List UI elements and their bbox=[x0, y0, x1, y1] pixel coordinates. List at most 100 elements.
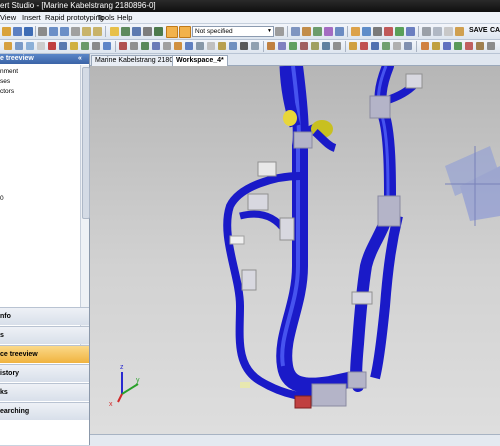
tool-icon[interactable] bbox=[382, 42, 390, 50]
accordion-info[interactable]: nfo bbox=[0, 307, 89, 325]
tool-icon[interactable] bbox=[432, 42, 440, 50]
tool-icon[interactable] bbox=[300, 42, 308, 50]
tool-icon[interactable] bbox=[278, 42, 286, 50]
tool-icon[interactable] bbox=[393, 42, 401, 50]
help-icon[interactable] bbox=[444, 27, 453, 36]
cut-icon[interactable] bbox=[71, 27, 80, 36]
tree-item[interactable]: 0 bbox=[0, 195, 4, 202]
select-icon[interactable] bbox=[110, 27, 119, 36]
tool-icon[interactable] bbox=[371, 42, 379, 50]
tool-icon[interactable] bbox=[218, 42, 226, 50]
tool-icon[interactable] bbox=[26, 42, 34, 50]
undo-icon[interactable] bbox=[49, 27, 58, 36]
tool-icon[interactable] bbox=[487, 42, 495, 50]
tool-icon[interactable] bbox=[333, 42, 341, 50]
cancel-button[interactable]: CA bbox=[490, 27, 500, 34]
print-icon[interactable] bbox=[38, 27, 47, 36]
route-icon[interactable] bbox=[154, 27, 163, 36]
toolbar-separator bbox=[418, 26, 419, 37]
tool-icon[interactable] bbox=[207, 42, 215, 50]
copy-icon[interactable] bbox=[82, 27, 91, 36]
tool-icon[interactable] bbox=[103, 42, 111, 50]
redo-icon[interactable] bbox=[60, 27, 69, 36]
tool-icon[interactable] bbox=[251, 42, 259, 50]
save-button[interactable]: SAVE bbox=[469, 27, 488, 34]
tool-icon[interactable] bbox=[465, 42, 473, 50]
tab-workspace[interactable]: Workspace_4* bbox=[172, 55, 228, 66]
report-icon[interactable] bbox=[406, 27, 415, 36]
options-icon[interactable] bbox=[422, 27, 431, 36]
tool-icon[interactable] bbox=[267, 42, 275, 50]
menu-rapid-prototyping[interactable]: Rapid prototyping bbox=[45, 13, 104, 22]
tool-icon[interactable] bbox=[92, 42, 100, 50]
wire-icon[interactable] bbox=[324, 27, 333, 36]
bundle-icon[interactable] bbox=[351, 27, 360, 36]
tree-item[interactable]: nment bbox=[0, 68, 18, 75]
pan-icon[interactable] bbox=[179, 26, 191, 38]
export-icon[interactable] bbox=[395, 27, 404, 36]
toolbar-separator bbox=[347, 26, 348, 37]
tool-icon[interactable] bbox=[349, 42, 357, 50]
check-icon[interactable] bbox=[313, 27, 322, 36]
harness-branch bbox=[239, 210, 288, 234]
tool-icon[interactable] bbox=[360, 42, 368, 50]
layer-icon[interactable] bbox=[291, 27, 300, 36]
clip-icon[interactable] bbox=[373, 27, 382, 36]
accordion-history[interactable]: istory bbox=[0, 364, 89, 382]
tool-icon[interactable] bbox=[130, 42, 138, 50]
save-icon[interactable] bbox=[24, 27, 33, 36]
connector-icon[interactable] bbox=[335, 27, 344, 36]
grid-icon[interactable] bbox=[275, 27, 284, 36]
tool-icon[interactable] bbox=[229, 42, 237, 50]
tool-icon[interactable] bbox=[59, 42, 67, 50]
tool-icon[interactable] bbox=[152, 42, 160, 50]
tool-icon[interactable] bbox=[289, 42, 297, 50]
tree-item[interactable]: ses bbox=[0, 78, 10, 85]
zoom-window-icon[interactable] bbox=[166, 26, 178, 38]
filter-select[interactable]: Not specified ▼ bbox=[192, 26, 274, 37]
tool-icon[interactable] bbox=[240, 42, 248, 50]
accordion-device-treeview[interactable]: ce treeview bbox=[0, 345, 89, 363]
tree-item[interactable]: ctors bbox=[0, 88, 14, 95]
tool-icon[interactable] bbox=[37, 42, 45, 50]
gear-icon[interactable] bbox=[143, 27, 152, 36]
menu-help[interactable]: Help bbox=[117, 13, 132, 22]
tool-icon[interactable] bbox=[311, 42, 319, 50]
tool-icon[interactable] bbox=[48, 42, 56, 50]
tool-icon[interactable] bbox=[141, 42, 149, 50]
tool-icon[interactable] bbox=[196, 42, 204, 50]
scrollbar-thumb[interactable] bbox=[82, 67, 90, 219]
tool-icon[interactable] bbox=[174, 42, 182, 50]
accordion-item[interactable]: s bbox=[0, 326, 89, 344]
menu-view[interactable]: View bbox=[0, 13, 16, 22]
tool-icon[interactable] bbox=[454, 42, 462, 50]
tool-icon[interactable] bbox=[404, 42, 412, 50]
menu-tools[interactable]: Tools bbox=[97, 13, 115, 22]
measure-icon[interactable] bbox=[302, 27, 311, 36]
tool-icon[interactable] bbox=[421, 42, 429, 50]
new-icon[interactable] bbox=[2, 27, 11, 36]
paste-icon[interactable] bbox=[93, 27, 102, 36]
menu-insert[interactable]: Insert bbox=[22, 13, 41, 22]
tag-icon[interactable] bbox=[455, 27, 464, 36]
3d-viewport[interactable]: z y x bbox=[90, 66, 500, 434]
rotate-icon[interactable] bbox=[132, 27, 141, 36]
open-icon[interactable] bbox=[13, 27, 22, 36]
sleeve-icon[interactable] bbox=[362, 27, 371, 36]
tool-icon[interactable] bbox=[163, 42, 171, 50]
accordion-searching[interactable]: earching bbox=[0, 402, 89, 420]
tool-icon[interactable] bbox=[185, 42, 193, 50]
delete-icon[interactable] bbox=[384, 27, 393, 36]
accordion-tasks[interactable]: ks bbox=[0, 383, 89, 401]
tool-icon[interactable] bbox=[443, 42, 451, 50]
pencil-icon[interactable] bbox=[4, 42, 12, 50]
tool-icon[interactable] bbox=[322, 42, 330, 50]
tool-icon[interactable] bbox=[81, 42, 89, 50]
collapse-icon[interactable]: « bbox=[78, 54, 82, 64]
tool-icon[interactable] bbox=[476, 42, 484, 50]
move-icon[interactable] bbox=[121, 27, 130, 36]
print-preview-icon[interactable] bbox=[433, 27, 442, 36]
tool-icon[interactable] bbox=[15, 42, 23, 50]
tool-icon[interactable] bbox=[70, 42, 78, 50]
tool-icon[interactable] bbox=[119, 42, 127, 50]
